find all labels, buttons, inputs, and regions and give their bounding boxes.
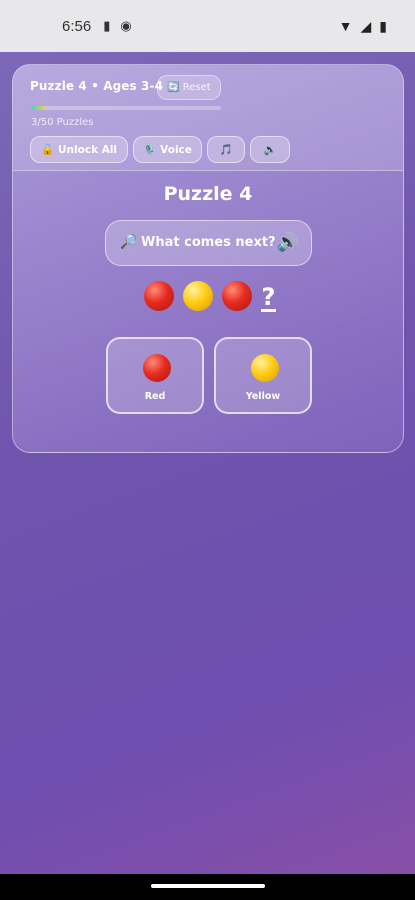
progress-label: 3/50 Puzzles — [31, 117, 94, 128]
magnifier-icon: 🔎 — [120, 234, 138, 250]
microphone-icon: 🎙️ — [143, 144, 157, 156]
sequence-red-circle — [222, 281, 252, 311]
pattern-sequence: ? — [144, 281, 284, 321]
unlock-icon: 🔓 — [40, 144, 55, 156]
battery-icon: ▮ — [379, 17, 387, 34]
sound-button[interactable]: 🔈 — [250, 136, 290, 163]
card-header: Puzzle 4 • Ages 3-4 🔄 Reset 3/50 Puzzles… — [13, 65, 403, 171]
reset-label: Reset — [182, 82, 211, 93]
puzzle-header-title: Puzzle 4 • Ages 3-4 — [30, 79, 164, 93]
circle-status-icon: ◉ — [120, 18, 132, 33]
signal-icon: ◢ — [360, 17, 372, 34]
choice-label: Yellow — [245, 391, 281, 402]
reset-icon: 🔄 — [167, 82, 180, 93]
unlock-all-button[interactable]: 🔓 Unlock All — [30, 136, 128, 163]
music-note-icon: 🎵 — [219, 144, 233, 156]
puzzle-card: Puzzle 4 • Ages 3-4 🔄 Reset 3/50 Puzzles… — [12, 64, 404, 453]
voice-button[interactable]: 🎙️ Voice — [133, 136, 202, 163]
home-gesture-handle[interactable] — [151, 884, 265, 888]
missing-item-placeholder: ? — [261, 283, 276, 312]
unlock-label: Unlock All — [58, 143, 118, 156]
sequence-yellow-circle — [183, 281, 213, 311]
red-circle-icon — [143, 354, 171, 382]
status-time: 6:56 — [62, 17, 92, 35]
question-box[interactable]: 🔎 What comes next? 🔊 — [105, 220, 312, 266]
progress-bar — [31, 106, 221, 110]
sd-card-icon: ▮ — [103, 18, 111, 33]
wifi-icon: ▼ — [338, 18, 353, 34]
question-text: What comes next? — [141, 235, 276, 250]
music-button[interactable]: 🎵 — [207, 136, 245, 163]
puzzle-title: Puzzle 4 — [163, 183, 253, 205]
read-aloud-icon[interactable]: 🔊 — [277, 232, 299, 253]
speaker-icon: 🔈 — [263, 144, 277, 156]
voice-label: Voice — [160, 143, 192, 156]
choice-label: Red — [144, 391, 166, 402]
status-icons-right: ▼ ◢ ▮ — [339, 0, 387, 52]
yellow-circle-icon — [251, 354, 279, 382]
control-buttons: 🔓 Unlock All 🎙️ Voice 🎵 🔈 — [30, 136, 290, 163]
choice-red-button[interactable]: Red — [106, 337, 204, 414]
sequence-red-circle — [144, 281, 174, 311]
status-bar: 6:56 ▮ ◉ ▼ ◢ ▮ — [0, 0, 415, 52]
navigation-bar — [0, 874, 415, 900]
reset-button[interactable]: 🔄 Reset — [157, 75, 221, 100]
choice-yellow-button[interactable]: Yellow — [214, 337, 312, 414]
progress-fill — [31, 106, 47, 110]
